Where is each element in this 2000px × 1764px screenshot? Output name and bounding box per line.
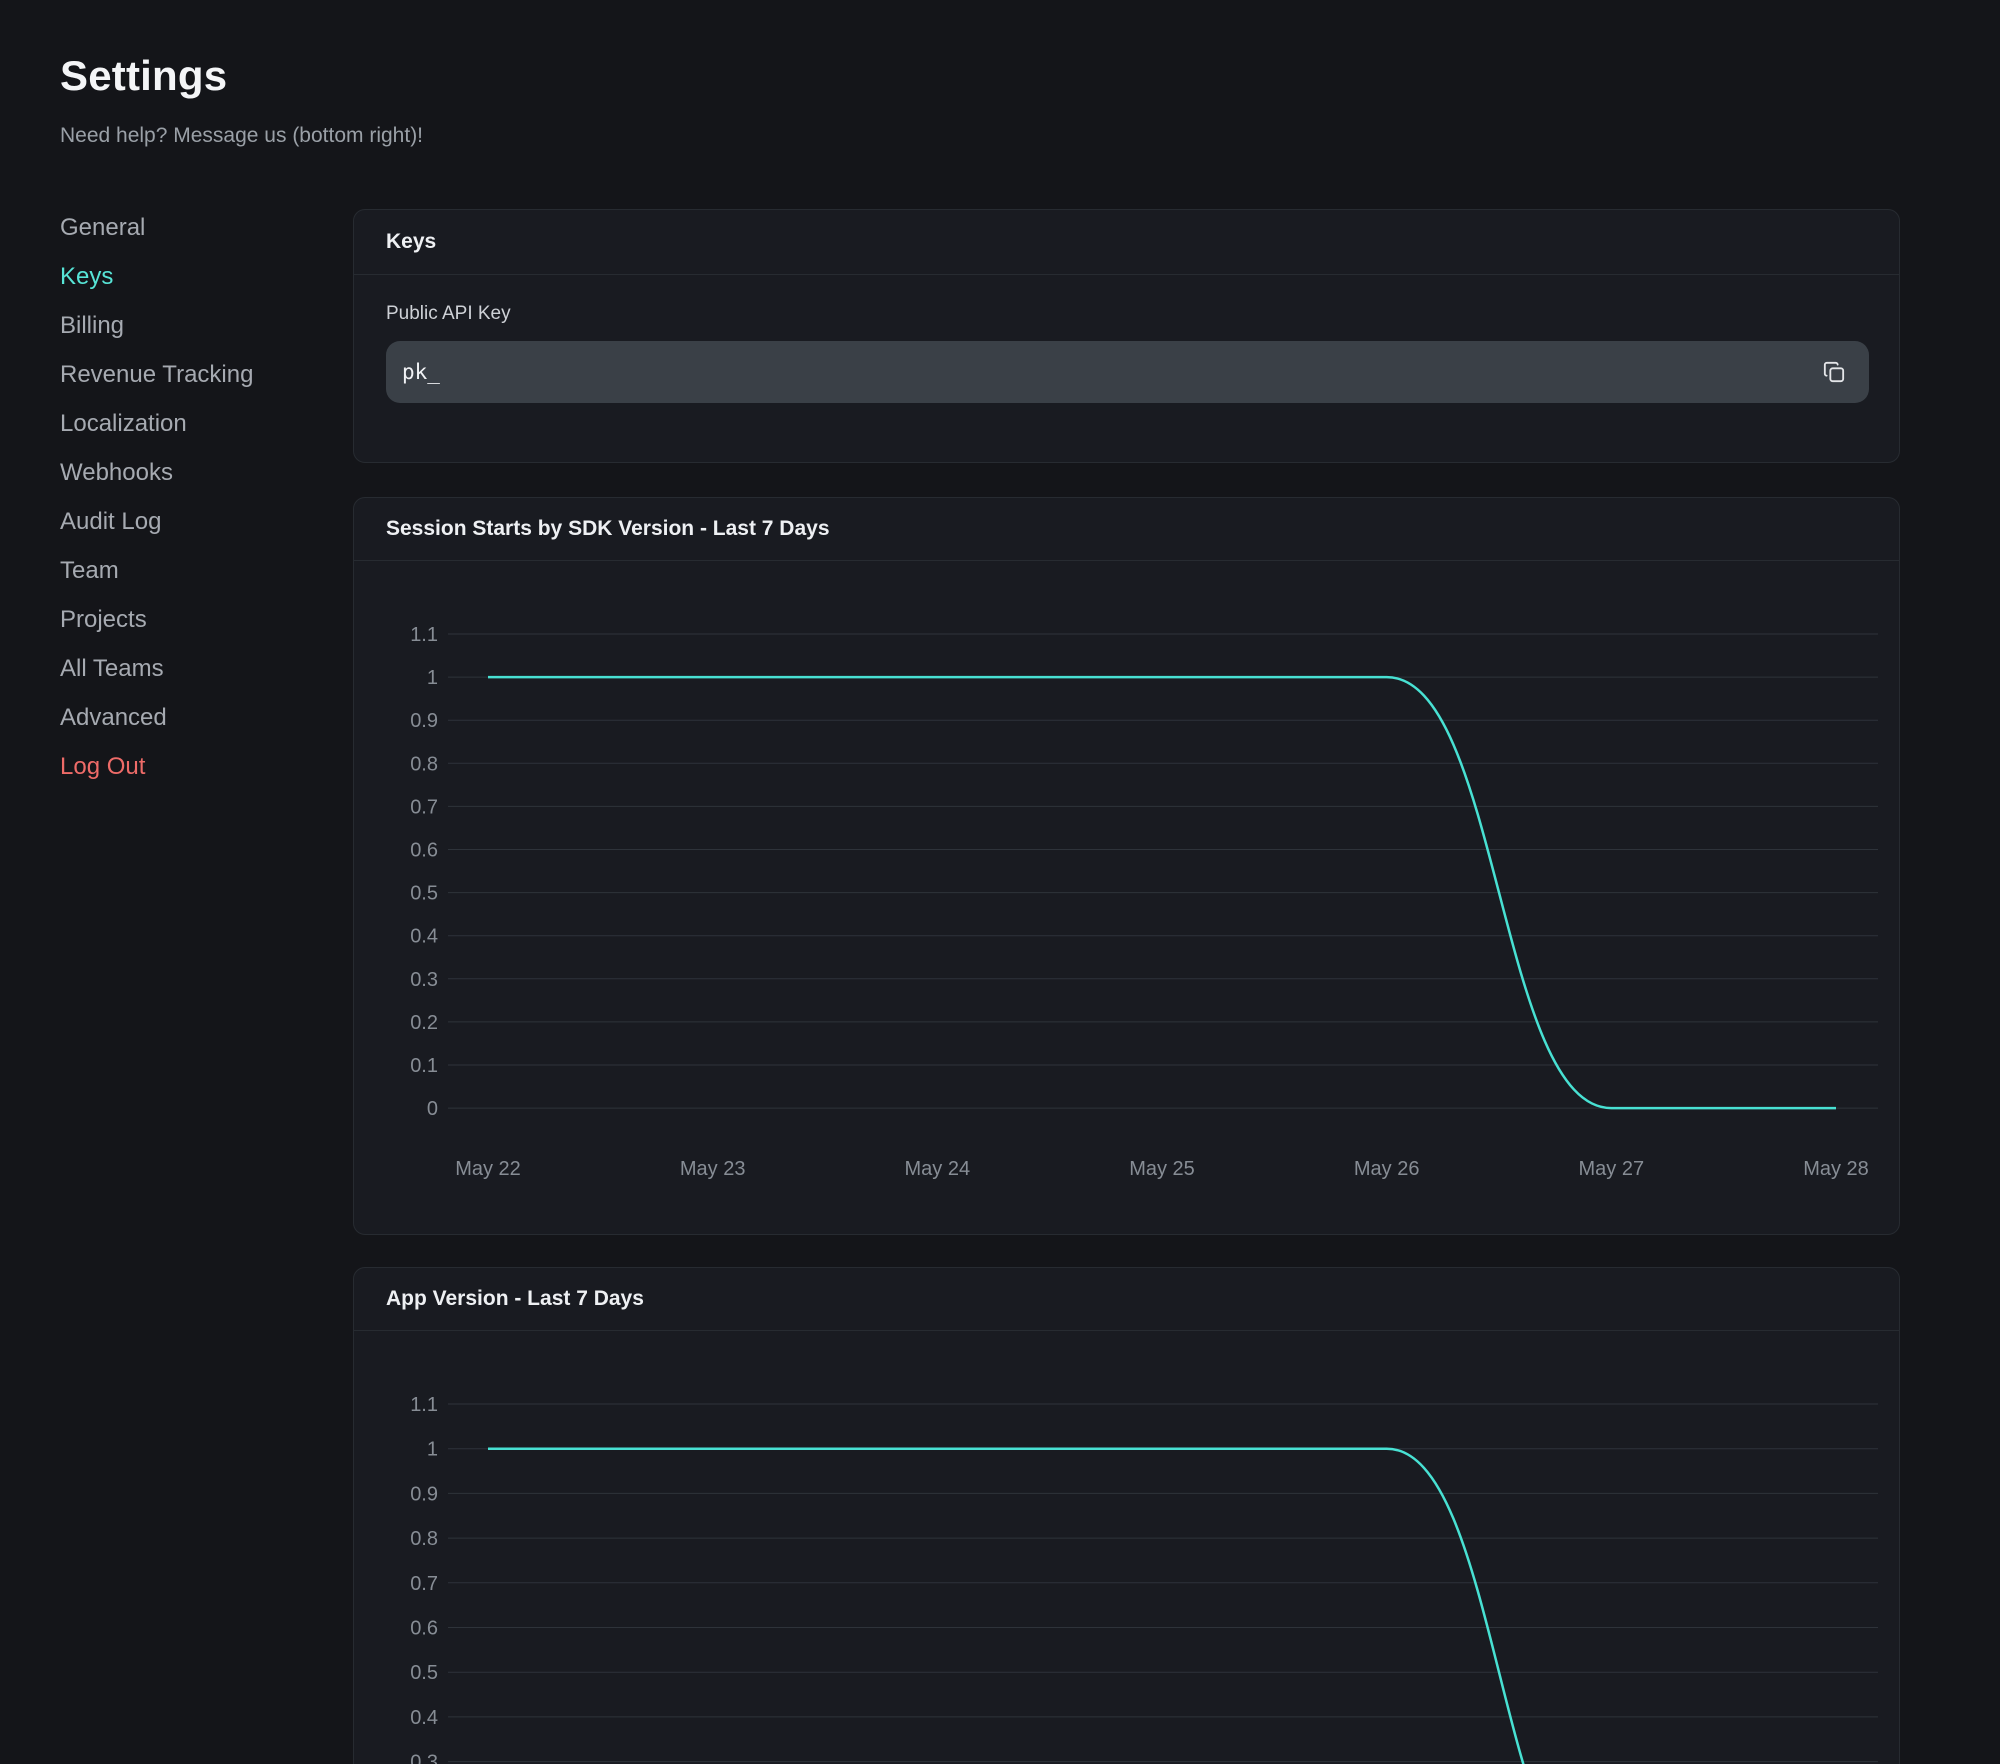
sidebar-item-team[interactable]: Team (60, 546, 330, 595)
svg-text:0.8: 0.8 (410, 753, 438, 775)
svg-text:0.1: 0.1 (410, 1055, 438, 1077)
settings-sidebar: General Keys Billing Revenue Tracking Lo… (60, 203, 330, 791)
app-version-chart-title: App Version - Last 7 Days (354, 1268, 1899, 1331)
sidebar-item-keys[interactable]: Keys (60, 252, 330, 301)
sidebar-item-audit-log[interactable]: Audit Log (60, 497, 330, 546)
svg-text:0.9: 0.9 (410, 1483, 438, 1505)
svg-text:0.9: 0.9 (410, 710, 438, 732)
sidebar-item-log-out[interactable]: Log Out (60, 742, 330, 791)
svg-text:1.1: 1.1 (410, 1394, 438, 1416)
svg-text:May 27: May 27 (1579, 1158, 1645, 1180)
svg-text:May 24: May 24 (905, 1158, 971, 1180)
svg-text:0.3: 0.3 (410, 969, 438, 991)
settings-page: Settings Need help? Message us (bottom r… (0, 0, 2000, 1764)
public-api-key-field (386, 341, 1869, 403)
svg-text:0.4: 0.4 (410, 1707, 438, 1729)
svg-text:0.7: 0.7 (410, 796, 438, 818)
svg-text:May 25: May 25 (1129, 1158, 1195, 1180)
sidebar-item-billing[interactable]: Billing (60, 301, 330, 350)
svg-text:0.4: 0.4 (410, 926, 438, 948)
sidebar-item-localization[interactable]: Localization (60, 399, 330, 448)
svg-text:0.5: 0.5 (410, 883, 438, 905)
app-version-line-chart: 1.110.90.80.70.60.50.40.30.20.10 (354, 1331, 1899, 1764)
sidebar-item-revenue-tracking[interactable]: Revenue Tracking (60, 350, 330, 399)
svg-text:0.5: 0.5 (410, 1662, 438, 1684)
svg-text:0.6: 0.6 (410, 840, 438, 862)
page-subtitle: Need help? Message us (bottom right)! (60, 124, 423, 148)
svg-text:0.6: 0.6 (410, 1618, 438, 1640)
svg-text:May 22: May 22 (455, 1158, 521, 1180)
svg-text:0.2: 0.2 (410, 1012, 438, 1034)
copy-api-key-button[interactable] (1817, 355, 1851, 389)
sdk-version-chart-title: Session Starts by SDK Version - Last 7 D… (354, 498, 1899, 561)
sidebar-item-projects[interactable]: Projects (60, 595, 330, 644)
sidebar-item-all-teams[interactable]: All Teams (60, 644, 330, 693)
svg-text:0.8: 0.8 (410, 1528, 438, 1550)
svg-text:1: 1 (427, 1439, 438, 1461)
public-api-key-input[interactable] (402, 360, 1817, 384)
sidebar-item-webhooks[interactable]: Webhooks (60, 448, 330, 497)
keys-card-title: Keys (354, 210, 1899, 275)
sidebar-item-advanced[interactable]: Advanced (60, 693, 330, 742)
svg-text:1: 1 (427, 667, 438, 689)
app-version-chart-card: App Version - Last 7 Days 1.1 1 0.9 0.8 0.7 0… (353, 1267, 1900, 1764)
svg-text:0.3: 0.3 (410, 1752, 438, 1764)
public-api-key-label: Public API Key (386, 303, 1869, 325)
svg-text:May 23: May 23 (680, 1158, 746, 1180)
svg-text:0: 0 (427, 1098, 438, 1120)
svg-text:1.1: 1.1 (410, 624, 438, 646)
keys-card: Keys Public API Key (353, 209, 1900, 463)
page-title: Settings (60, 52, 227, 100)
svg-text:May 26: May 26 (1354, 1158, 1420, 1180)
copy-icon (1823, 361, 1845, 383)
sdk-version-chart-card: Session Starts by SDK Version - Last 7 D… (353, 497, 1900, 1235)
sidebar-item-general[interactable]: General (60, 203, 330, 252)
keys-card-body: Public API Key (354, 275, 1899, 403)
sdk-version-line-chart: 1.1 1 0.9 0.8 0.7 0.6 0.5 0.4 0.3 0.2 0.1 0 May 22 Ma… (354, 561, 1899, 1234)
svg-text:0.7: 0.7 (410, 1573, 438, 1595)
svg-text:May 28: May 28 (1803, 1158, 1869, 1180)
